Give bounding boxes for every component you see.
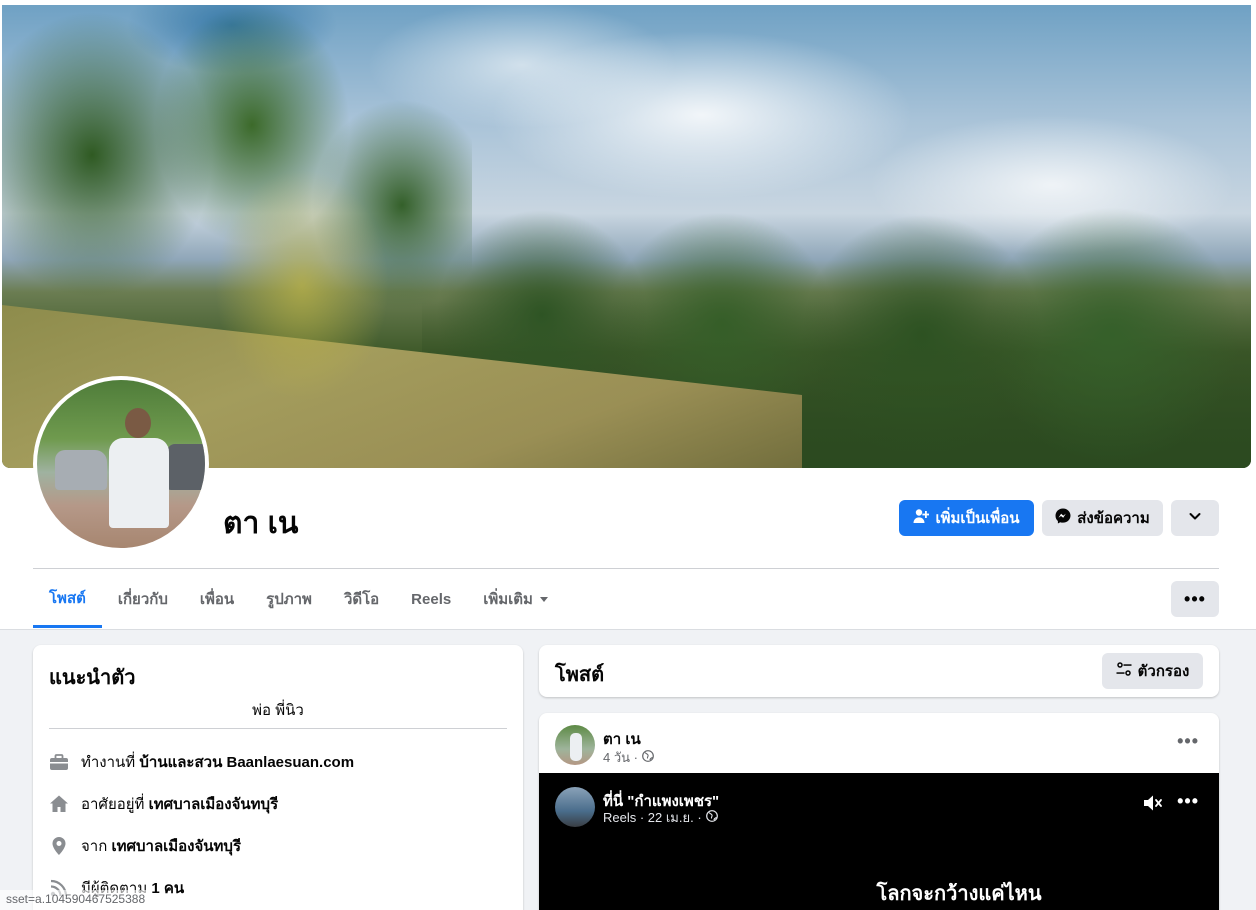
intro-lives-prefix: อาศัยอยู่ที่	[81, 796, 145, 813]
filter-label: ตัวกรอง	[1137, 663, 1190, 680]
message-button[interactable]: ส่งข้อความ	[1042, 500, 1163, 536]
reel-avatar[interactable]	[555, 787, 595, 827]
tab-reels-label: Reels	[411, 590, 452, 608]
add-person-icon	[913, 508, 930, 528]
intro-work-prefix: ทำงานที่	[81, 754, 136, 771]
muted-speaker-icon[interactable]	[1142, 793, 1164, 818]
intro-title: แนะนำตัว	[49, 667, 136, 689]
tab-friends[interactable]: เพื่อน	[184, 570, 250, 628]
profile-tabs: โพสต์ เกี่ยวกับ เพื่อน รูปภาพ วิดีโอ Ree…	[33, 570, 565, 628]
reel-embed[interactable]: ที่นี่ "กำแพงเพชร" Reels · 22 เม.ย. · ••…	[539, 773, 1219, 910]
reel-options-icon[interactable]: •••	[1177, 791, 1199, 812]
posts-title: โพสต์	[555, 664, 605, 686]
avatar-car-dark	[167, 444, 205, 490]
globe-icon	[705, 810, 718, 825]
tab-friends-label: เพื่อน	[199, 591, 235, 608]
tabs-more-button[interactable]: •••	[1171, 581, 1219, 617]
add-friend-button[interactable]: เพิ่มเป็นเพื่อน	[899, 500, 1034, 536]
posts-header-card: โพสต์ ตัวกรอง	[539, 645, 1219, 697]
intro-from-prefix: จาก	[81, 838, 108, 855]
avatar-car	[55, 450, 107, 490]
reel-meta: Reels · 22 เม.ย. ·	[603, 807, 718, 828]
profile-options-button[interactable]	[1171, 500, 1219, 536]
tab-reels[interactable]: Reels	[395, 570, 467, 628]
post-options-icon[interactable]: •••	[1177, 731, 1199, 752]
post-time[interactable]: 4 วัน ·	[603, 747, 638, 768]
post-card: ตา เน 4 วัน · ••• ที่นี่ "กำแพงเพชร" Ree…	[539, 713, 1219, 910]
tab-photos-label: รูปภาพ	[266, 591, 312, 608]
header-divider	[33, 568, 1219, 569]
intro-followers-link[interactable]: 1 คน	[151, 880, 184, 897]
avatar	[37, 380, 205, 548]
intro-divider	[49, 728, 507, 729]
briefcase-icon	[49, 752, 69, 772]
post-avatar[interactable]	[555, 725, 595, 765]
status-bar-url: sset=a.104590467525388	[0, 890, 152, 910]
intro-work-link[interactable]: บ้านและสวน Baanlaesuan.com	[139, 754, 354, 771]
intro-item-from: จาก เทศบาลเมืองจันทบุรี	[49, 834, 241, 858]
tab-more-label: เพิ่มเติม	[483, 591, 533, 608]
intro-lives-link[interactable]: เทศบาลเมืองจันทบุรี	[149, 796, 279, 813]
add-friend-label: เพิ่มเป็นเพื่อน	[935, 510, 1020, 527]
filter-icon	[1116, 661, 1132, 681]
intro-bio: พ่อ พี่นิว	[252, 702, 304, 719]
caret-down-icon	[539, 591, 549, 608]
globe-icon	[642, 750, 654, 765]
profile-name: ตา เน	[223, 507, 299, 540]
reel-caption: โลกจะกว้างแค่ไหน	[876, 883, 1042, 905]
profile-picture[interactable]	[33, 376, 209, 552]
intro-item-work: ทำงานที่ บ้านและสวน Baanlaesuan.com	[49, 750, 354, 774]
location-pin-icon	[49, 836, 69, 856]
tab-about-label: เกี่ยวกับ	[117, 591, 168, 608]
intro-item-lives: อาศัยอยู่ที่ เทศบาลเมืองจันทบุรี	[49, 792, 278, 816]
intro-card: แนะนำตัว พ่อ พี่นิว ทำงานที่ บ้านและสวน …	[33, 645, 523, 910]
tab-posts[interactable]: โพสต์	[33, 570, 102, 628]
tab-about[interactable]: เกี่ยวกับ	[102, 570, 184, 628]
ellipsis-icon: •••	[1184, 588, 1206, 609]
home-icon	[49, 794, 69, 814]
message-label: ส่งข้อความ	[1077, 510, 1150, 527]
messenger-icon	[1055, 508, 1071, 528]
tab-photos[interactable]: รูปภาพ	[250, 570, 328, 628]
filter-button[interactable]: ตัวกรอง	[1102, 653, 1203, 689]
avatar-shirt	[109, 438, 169, 528]
intro-from-link[interactable]: เทศบาลเมืองจันทบุรี	[111, 838, 241, 855]
tab-more[interactable]: เพิ่มเติม	[467, 570, 565, 628]
tab-posts-label: โพสต์	[49, 589, 86, 607]
cover-photo[interactable]	[2, 5, 1251, 468]
tab-videos-label: วิดีโอ	[343, 591, 380, 608]
post-meta: 4 วัน ·	[603, 747, 654, 768]
reel-meta-text: Reels · 22 เม.ย. ·	[603, 810, 702, 825]
avatar-head	[125, 408, 151, 438]
tab-videos[interactable]: วิดีโอ	[328, 570, 395, 628]
chevron-down-icon	[1188, 509, 1202, 527]
cover-sapling	[172, 135, 442, 465]
avatar-person	[109, 408, 171, 548]
